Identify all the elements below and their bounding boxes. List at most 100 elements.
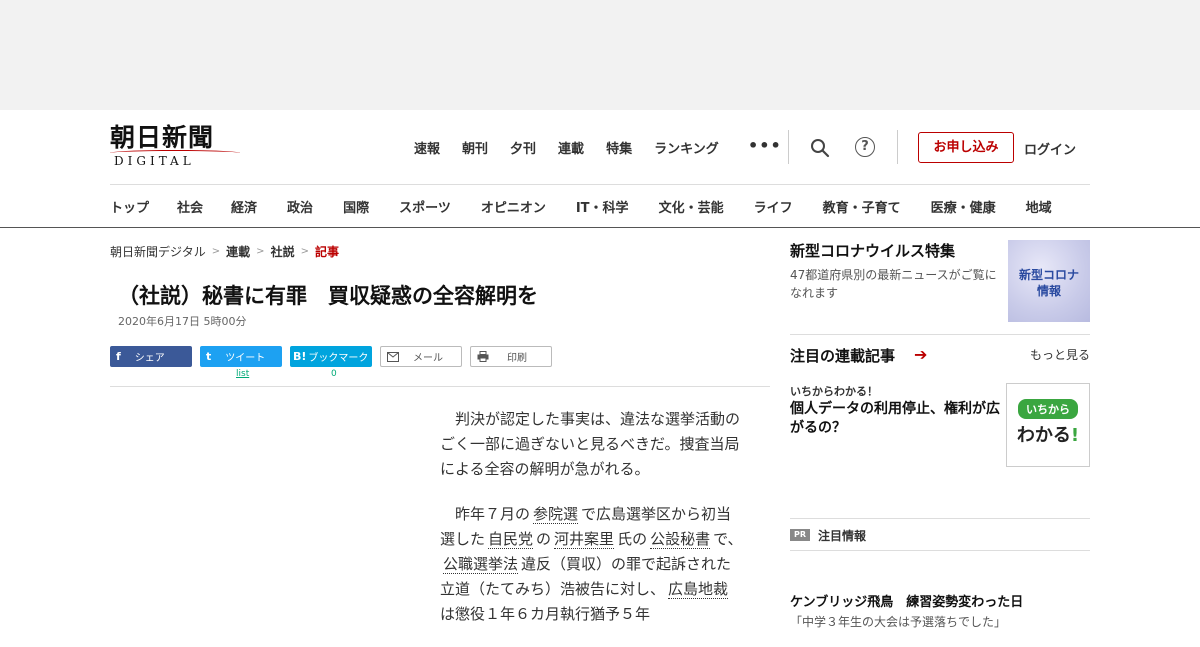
login-link[interactable]: ログイン	[1024, 139, 1076, 158]
printer-icon	[477, 351, 489, 362]
article-body: 判決が認定した事実は、違法な選挙活動のごく一部に過ぎないと見るべきだ。捜査当局に…	[440, 407, 746, 647]
share-buttons: f シェア t ツイート B! ブックマーク メール 印刷	[110, 346, 560, 367]
pr-article-headline[interactable]: ケンブリッジ飛鳥 練習姿勢変わった日	[790, 591, 1023, 610]
category-economy[interactable]: 経済	[231, 197, 257, 216]
breadcrumb-home[interactable]: 朝日新聞デジタル	[110, 243, 206, 260]
paragraph-text: で、	[713, 530, 743, 548]
paragraph-text: の	[536, 530, 552, 548]
corona-thumb-line2: 情報	[1036, 284, 1061, 298]
article-date: 2020年6月17日 5時00分	[118, 315, 247, 328]
hatena-bookmark-button[interactable]: B! ブックマーク	[290, 346, 372, 367]
divider	[790, 334, 1090, 335]
hatena-icon: B!	[293, 350, 307, 363]
nav-ranking[interactable]: ランキング	[654, 138, 719, 157]
bookmark-count: 0	[331, 369, 337, 379]
pr-article-subtitle: 「中学３年生の大会は予選落ちでした」	[790, 615, 1007, 629]
paragraph-text: は懲役１年６カ月執行猶予５年	[440, 605, 651, 623]
nav-sokuho[interactable]: 速報	[414, 138, 440, 157]
nav-tokushu[interactable]: 特集	[606, 138, 632, 157]
category-local[interactable]: 地域	[1026, 197, 1052, 216]
term-link-jiminto[interactable]: 自民党	[488, 530, 534, 549]
category-it-science[interactable]: IT・科学	[576, 197, 629, 216]
breadcrumb-separator: >	[211, 246, 221, 257]
ad-banner-area	[0, 0, 1200, 110]
top-nav: 速報 朝刊 夕刊 連載 特集 ランキング	[414, 138, 741, 157]
term-link-kawai-anri[interactable]: 河井案里	[554, 530, 615, 549]
subscribe-button[interactable]: お申し込み	[918, 132, 1014, 163]
article-paragraph: 昨年７月の 参院選 で広島選挙区から初当選した 自民党の河井案里 氏の 公設秘書 で、公職選…	[440, 502, 746, 627]
mail-share-button[interactable]: メール	[380, 346, 462, 367]
nav-choukan[interactable]: 朝刊	[462, 138, 488, 157]
series-kicker: いちからわかる！	[790, 385, 878, 398]
category-top[interactable]: トップ	[110, 197, 149, 216]
facebook-share-label: シェア	[134, 353, 165, 364]
divider	[110, 184, 1090, 185]
series-thumb-mark: !	[1070, 425, 1080, 446]
header-divider	[897, 130, 898, 164]
site-header: 朝日新聞 DIGITAL 速報 朝刊 夕刊 連載 特集 ランキング ••• ? …	[0, 110, 1200, 185]
logo-main-text: 朝日新聞	[110, 123, 215, 152]
series-thumb-word: わかる	[1016, 425, 1071, 446]
divider	[790, 550, 1090, 551]
twitter-share-label: ツイート	[225, 353, 266, 364]
category-opinion[interactable]: オピニオン	[481, 197, 546, 216]
category-nav: トップ 社会 経済 政治 国際 スポーツ オピニオン IT・科学 文化・芸能 ラ…	[110, 197, 1052, 216]
corona-thumb-line1: 新型コロナ	[1018, 268, 1079, 282]
breadcrumb: 朝日新聞デジタル > 連載 > 社説 > 記事	[110, 243, 339, 260]
category-sports[interactable]: スポーツ	[399, 197, 451, 216]
category-education[interactable]: 教育・子育て	[823, 197, 901, 216]
term-link-sanin-sen[interactable]: 参院選	[533, 505, 579, 524]
divider	[790, 518, 1090, 519]
series-thumb-pill: いちから	[1018, 399, 1078, 419]
header-divider	[788, 130, 789, 164]
article-title: （社説）秘書に有罪 買収疑惑の全容解明を	[118, 284, 538, 308]
breadcrumb-current: 記事	[314, 245, 339, 259]
see-more-link[interactable]: もっと見る	[1030, 346, 1090, 363]
pr-section-label: 注目情報	[818, 529, 867, 543]
hatena-bookmark-label: ブックマーク	[308, 353, 369, 364]
help-icon[interactable]: ?	[855, 137, 875, 157]
category-life[interactable]: ライフ	[754, 197, 793, 216]
category-politics[interactable]: 政治	[287, 197, 313, 216]
facebook-share-button[interactable]: f シェア	[110, 346, 192, 367]
article-paragraph: 判決が認定した事実は、違法な選挙活動のごく一部に過ぎないと見るべきだ。捜査当局に…	[440, 410, 741, 478]
paragraph-text: 昨年７月の	[455, 505, 531, 523]
category-society[interactable]: 社会	[177, 197, 203, 216]
featured-series-heading[interactable]: 注目の連載記事	[790, 345, 895, 366]
twitter-share-button[interactable]: t ツイート	[200, 346, 282, 367]
facebook-icon: f	[116, 350, 121, 363]
print-button[interactable]: 印刷	[470, 346, 552, 367]
category-health[interactable]: 医療・健康	[931, 197, 996, 216]
more-menu-icon[interactable]: •••	[748, 136, 782, 155]
term-link-hiroshima-chisai[interactable]: 広島地裁	[668, 580, 729, 599]
paragraph-text: 氏の	[617, 530, 648, 548]
breadcrumb-rensai[interactable]: 連載	[226, 243, 250, 260]
breadcrumb-separator: >	[300, 246, 309, 257]
divider	[110, 386, 770, 387]
twitter-icon: t	[206, 350, 212, 363]
corona-feature-title[interactable]: 新型コロナウイルス特集	[790, 240, 955, 261]
corona-feature-desc: 47都道府県別の最新ニュースがご覧になれます	[790, 268, 997, 300]
term-link-koshokusenkyoho[interactable]: 公職選挙法	[443, 555, 519, 574]
nav-yukan[interactable]: 夕刊	[510, 138, 536, 157]
mail-share-label: メール	[413, 353, 443, 364]
site-logo[interactable]: 朝日新聞 DIGITAL	[110, 124, 242, 170]
mail-icon	[387, 351, 399, 362]
nav-rensai[interactable]: 連載	[558, 138, 584, 157]
tweet-count-link[interactable]: list	[236, 369, 249, 379]
print-label: 印刷	[507, 353, 527, 364]
category-culture[interactable]: 文化・芸能	[659, 197, 724, 216]
breadcrumb-separator: >	[256, 246, 265, 257]
search-icon[interactable]	[810, 138, 830, 158]
category-international[interactable]: 国際	[343, 197, 369, 216]
breadcrumb-shasetsu[interactable]: 社説	[271, 243, 295, 260]
logo-sub-text: DIGITAL	[114, 154, 195, 168]
term-link-kosetsu-hisho[interactable]: 公設秘書	[650, 530, 711, 549]
corona-feature-thumbnail[interactable]: 新型コロナ 情報	[1008, 240, 1090, 322]
series-thumb-title: わかる!	[1007, 421, 1089, 447]
pr-badge: PR	[790, 529, 810, 541]
arrow-right-icon: ➔	[914, 345, 928, 364]
series-thumbnail[interactable]: いちから わかる!	[1006, 383, 1090, 467]
series-headline[interactable]: 個人データの利用停止、権利が広がるの？	[790, 400, 1000, 438]
divider	[0, 227, 1200, 228]
